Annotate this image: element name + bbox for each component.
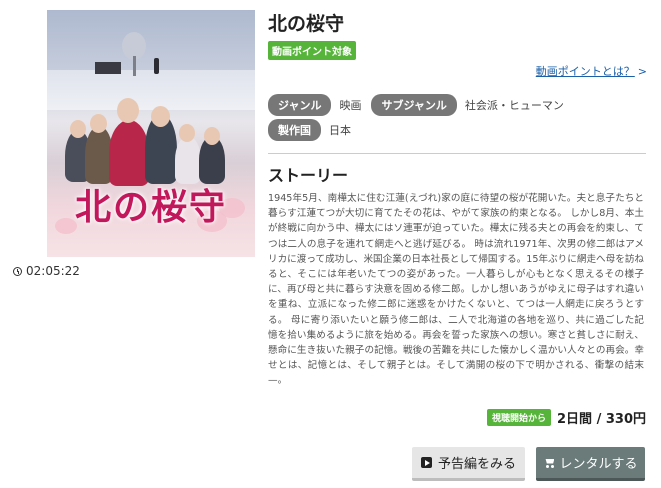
price-badge: 視聴開始から (487, 409, 552, 426)
country-value[interactable]: 日本 (329, 122, 351, 138)
trailer-button-label: 予告編をみる (437, 457, 516, 472)
genre-tag: ジャンル (268, 94, 332, 116)
chevron-right-icon: > (637, 65, 647, 78)
poster-cast-member (109, 120, 149, 186)
movie-poster[interactable]: 北の桜守 (47, 10, 255, 257)
poster-cast-face (179, 124, 195, 142)
cart-icon (543, 458, 556, 468)
poster-title: 北の桜守 (74, 186, 227, 228)
story-heading: ストーリー (268, 166, 349, 185)
poster-cast-face (117, 98, 139, 123)
price-text: 2日間 / 330円 (557, 412, 646, 427)
page-title: 北の桜守 (268, 13, 345, 35)
poster-cast-face (90, 114, 107, 133)
duration: 02:05:22 (13, 264, 80, 278)
poster-cast-face (204, 127, 220, 145)
price-row: 視聴開始から 2日間 / 330円 (487, 408, 646, 427)
genre-value[interactable]: 映画 (339, 97, 361, 113)
meta-row-country: 製作国 日本 (268, 119, 361, 141)
rent-button[interactable]: レンタルする (536, 447, 645, 481)
poster-cast-face (70, 120, 86, 138)
trailer-button[interactable]: 予告編をみる (412, 447, 525, 481)
poster-cast-member (175, 136, 201, 184)
play-icon (420, 457, 432, 468)
point-info-link[interactable]: 動画ポイントとは？ > (536, 63, 647, 79)
poster-snowfield (47, 70, 255, 110)
divider (268, 153, 646, 154)
poster-figure (154, 58, 159, 74)
clock-icon (13, 266, 22, 276)
point-info-link-label: 動画ポイントとは？ (535, 65, 635, 78)
poster-tree (119, 32, 149, 76)
poster-cast-face (151, 106, 170, 127)
rent-button-label: レンタルする (559, 457, 638, 472)
duration-text: 02:05:22 (26, 264, 80, 278)
story-text: 1945年5月、南樺太に住む江蓮(えづれ)家の庭に待望の桜が花開いた。夫と息子た… (268, 193, 645, 387)
subgenre-value[interactable]: 社会派・ヒューマン (465, 97, 564, 113)
point-badge: 動画ポイント対象 (268, 41, 356, 60)
subgenre-tag: サブジャンル (371, 94, 457, 116)
country-tag: 製作国 (268, 119, 321, 141)
poster-house (95, 62, 121, 74)
meta-row-genre: ジャンル 映画 サブジャンル 社会派・ヒューマン (268, 94, 574, 116)
